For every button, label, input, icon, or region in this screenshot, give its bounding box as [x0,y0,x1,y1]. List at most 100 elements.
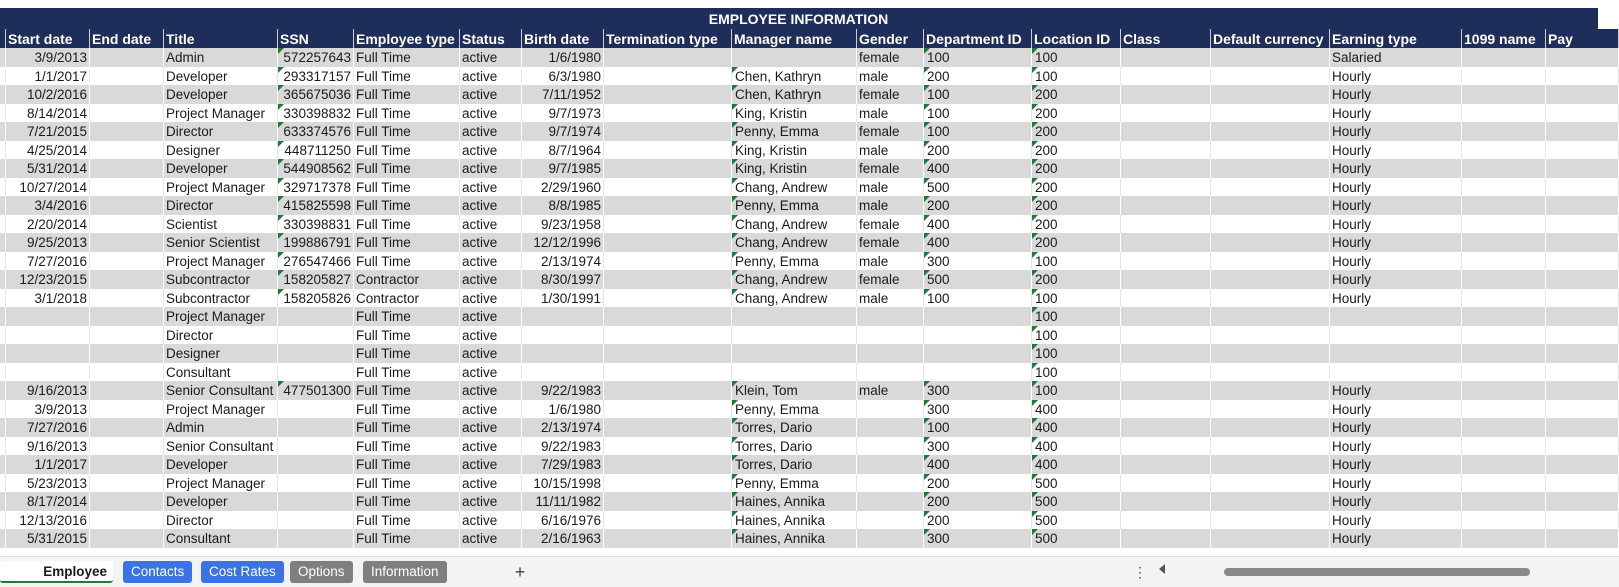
cell-pay[interactable] [1546,307,1619,326]
cell-department-id[interactable]: 100 [924,48,1032,67]
cell-earning-type[interactable]: Hourly [1330,381,1462,400]
cell-birth-date[interactable]: 7/29/1983 [522,455,604,474]
cell-title[interactable]: Project Manager [164,103,278,123]
cell-manager-name[interactable]: Torres, Dario [732,455,857,474]
cell-title[interactable]: Project Manager [164,307,278,326]
cell-start-date[interactable]: 1/1/2017 [6,455,90,474]
cell-default-currency[interactable] [1211,307,1330,326]
cell-birth-date[interactable]: 8/30/1997 [522,270,604,289]
cell-location-id[interactable]: 100 [1032,66,1121,86]
cell-gender[interactable]: female [857,214,924,234]
cell-location-id[interactable]: 200 [1032,159,1121,178]
cell-department-id[interactable]: 200 [924,492,1032,511]
cell-default-currency[interactable] [1211,529,1330,548]
cell-employee-type[interactable]: Full Time [354,418,460,437]
cell-default-currency[interactable] [1211,66,1330,86]
cell-employee-type[interactable]: Full Time [354,362,460,382]
cell-employee-type[interactable]: Full Time [354,325,460,345]
tab-employee-information[interactable]: Employee Information [0,561,113,583]
cell-ssn[interactable]: 199886791 [278,233,354,252]
cell-termination-type[interactable] [604,66,732,86]
cell-gender[interactable] [857,492,924,511]
column-header-start-date[interactable]: Start date [6,29,90,48]
cell-location-id[interactable]: 500 [1032,529,1121,548]
cell-class[interactable] [1121,288,1211,308]
cell-pay[interactable] [1546,473,1619,493]
cell-birth-date[interactable]: 9/22/1983 [522,436,604,456]
cell-manager-name[interactable]: Torres, Dario [732,436,857,456]
cell-earning-type[interactable]: Hourly [1330,492,1462,511]
cell-end-date[interactable] [90,418,164,437]
cell-department-id[interactable]: 200 [924,140,1032,160]
cell-title[interactable]: Subcontractor [164,288,278,308]
cell-1099-name[interactable] [1462,344,1546,363]
cell-status[interactable]: active [460,140,522,160]
cell-employee-type[interactable]: Contractor [354,288,460,308]
cell-title[interactable]: Senior Consultant [164,436,278,456]
cell-location-id[interactable]: 200 [1032,214,1121,234]
cell-department-id[interactable]: 100 [924,288,1032,308]
column-header-status[interactable]: Status [460,29,522,48]
cell-earning-type[interactable]: Hourly [1330,140,1462,160]
cell-gender[interactable] [857,455,924,474]
cell-location-id[interactable]: 100 [1032,307,1121,326]
cell-class[interactable] [1121,455,1211,474]
cell-location-id[interactable]: 200 [1032,122,1121,141]
cell-1099-name[interactable] [1462,529,1546,548]
cell-manager-name[interactable]: Penny, Emma [732,122,857,141]
cell-class[interactable] [1121,270,1211,289]
cell-termination-type[interactable] [604,48,732,67]
cell-title[interactable]: Designer [164,140,278,160]
cell-termination-type[interactable] [604,510,732,530]
cell-earning-type[interactable]: Hourly [1330,85,1462,104]
cell-status[interactable]: active [460,251,522,271]
cell-start-date[interactable]: 5/31/2014 [6,159,90,178]
cell-class[interactable] [1121,399,1211,419]
cell-title[interactable]: Developer [164,85,278,104]
cell-class[interactable] [1121,473,1211,493]
cell-manager-name[interactable]: Chang, Andrew [732,214,857,234]
cell-location-id[interactable]: 100 [1032,325,1121,345]
cell-class[interactable] [1121,103,1211,123]
cell-earning-type[interactable] [1330,307,1462,326]
cell-class[interactable] [1121,492,1211,511]
cell-earning-type[interactable]: Hourly [1330,196,1462,215]
cell-department-id[interactable]: 400 [924,233,1032,252]
cell-employee-type[interactable]: Full Time [354,399,460,419]
cell-department-id[interactable]: 300 [924,436,1032,456]
cell-ssn[interactable]: 330398832 [278,103,354,123]
cell-start-date[interactable]: 1/1/2017 [6,66,90,86]
cell-earning-type[interactable]: Hourly [1330,66,1462,86]
cell-gender[interactable] [857,325,924,345]
cell-title[interactable]: Senior Scientist [164,233,278,252]
cell-location-id[interactable]: 200 [1032,140,1121,160]
cell-earning-type[interactable]: Hourly [1330,233,1462,252]
cell-department-id[interactable]: 300 [924,399,1032,419]
cell-class[interactable] [1121,214,1211,234]
cell-gender[interactable] [857,529,924,548]
cell-termination-type[interactable] [604,85,732,104]
cell-pay[interactable] [1546,66,1619,86]
cell-default-currency[interactable] [1211,140,1330,160]
cell-birth-date[interactable]: 1/6/1980 [522,48,604,67]
cell-start-date[interactable]: 9/16/2013 [6,436,90,456]
more-options-icon[interactable]: ⋮ [1133,562,1147,582]
cell-end-date[interactable] [90,196,164,215]
cell-1099-name[interactable] [1462,381,1546,400]
cell-default-currency[interactable] [1211,270,1330,289]
column-header-department-id[interactable]: Department ID [924,29,1032,48]
cell-pay[interactable] [1546,510,1619,530]
cell-1099-name[interactable] [1462,233,1546,252]
cell-birth-date[interactable]: 6/16/1976 [522,510,604,530]
cell-status[interactable]: active [460,122,522,141]
cell-manager-name[interactable]: Chang, Andrew [732,270,857,289]
cell-earning-type[interactable]: Hourly [1330,122,1462,141]
cell-class[interactable] [1121,362,1211,382]
cell-employee-type[interactable]: Full Time [354,344,460,363]
cell-termination-type[interactable] [604,473,732,493]
cell-location-id[interactable]: 500 [1032,510,1121,530]
cell-start-date[interactable]: 5/23/2013 [6,473,90,493]
cell-birth-date[interactable] [522,362,604,382]
cell-manager-name[interactable]: Haines, Annika [732,510,857,530]
cell-class[interactable] [1121,251,1211,271]
